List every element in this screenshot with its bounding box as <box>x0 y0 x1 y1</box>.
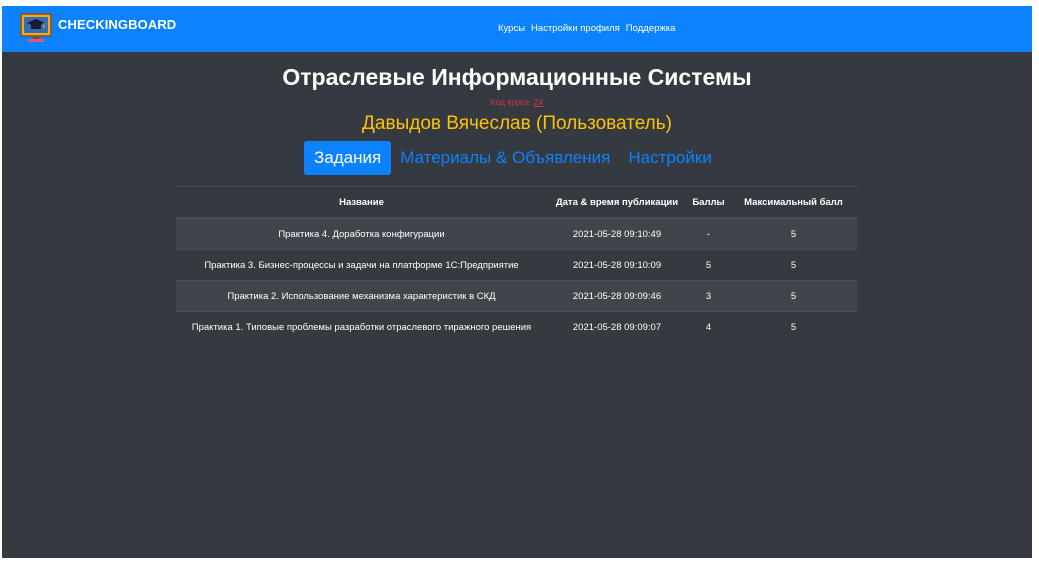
column-header-score: Баллы <box>687 186 730 219</box>
brand-link[interactable]: CHECKINGBOARD <box>20 13 176 43</box>
assignment-max-score: 5 <box>730 217 857 250</box>
app-frame: CHECKINGBOARD Курсы Настройки профиля По… <box>2 6 1032 558</box>
column-header-published: Дата & время публикации <box>547 186 687 219</box>
assignment-name[interactable]: Практика 1. Типовые проблемы разработки … <box>176 311 547 342</box>
assignment-name[interactable]: Практика 2. Использование механизма хара… <box>176 280 547 312</box>
assignment-name[interactable]: Практика 4. Доработка конфигурации <box>176 217 547 250</box>
course-title: Отраслевые Информационные Системы <box>282 64 752 90</box>
table-row[interactable]: Практика 1. Типовые проблемы разработки … <box>176 311 857 342</box>
table-header-row: Название Дата & время публикации Баллы М… <box>176 186 857 219</box>
nav-links: Курсы Настройки профиля Поддержка <box>498 23 675 34</box>
top-navbar: CHECKINGBOARD Курсы Настройки профиля По… <box>2 6 1032 52</box>
table-row[interactable]: Практика 3. Бизнес-процессы и задачи на … <box>176 249 857 281</box>
user-name-role: Давыдов Вячеслав (Пользователь) <box>362 113 672 134</box>
monitor-graduation-cap-icon <box>20 13 52 42</box>
tab-materials-announcements[interactable]: Материалы & Объявления <box>391 141 619 175</box>
assignments-table: Название Дата & время публикации Баллы М… <box>176 186 857 342</box>
tab-assignments[interactable]: Задания <box>304 141 392 175</box>
nav-link-support[interactable]: Поддержка <box>626 23 676 34</box>
assignment-max-score: 5 <box>730 249 857 281</box>
column-header-name: Название <box>176 186 547 219</box>
assignment-score: 3 <box>687 280 730 312</box>
table-row[interactable]: Практика 2. Использование механизма хара… <box>176 280 857 312</box>
assignment-date: 2021-05-28 09:09:46 <box>547 280 687 312</box>
assignment-score: 4 <box>687 311 730 342</box>
course-code: Код курса: 24 <box>2 97 1032 107</box>
assignment-score: 5 <box>687 249 730 281</box>
tab-settings[interactable]: Настройки <box>619 141 720 175</box>
table-row[interactable]: Практика 4. Доработка конфигурации 2021-… <box>176 217 857 250</box>
course-code-link[interactable]: 24 <box>534 97 543 107</box>
assignment-max-score: 5 <box>730 280 857 312</box>
brand-name: CHECKINGBOARD <box>58 16 177 32</box>
nav-link-profile-settings[interactable]: Настройки профиля <box>531 23 620 34</box>
nav-link-courses[interactable]: Курсы <box>498 23 525 34</box>
assignment-date: 2021-05-28 09:09:07 <box>547 311 687 342</box>
assignments-table-wrapper: Название Дата & время публикации Баллы М… <box>176 186 857 342</box>
course-code-label: Код курса: <box>490 97 532 107</box>
course-tabs: Задания Материалы & Объявления Настройки <box>304 141 721 175</box>
column-header-max-score: Максимальный балл <box>730 186 857 219</box>
assignment-date: 2021-05-28 09:10:09 <box>547 249 687 281</box>
assignment-score: - <box>687 217 730 250</box>
assignment-name[interactable]: Практика 3. Бизнес-процессы и задачи на … <box>176 249 547 281</box>
assignment-date: 2021-05-28 09:10:49 <box>547 217 687 250</box>
assignment-max-score: 5 <box>730 311 857 342</box>
